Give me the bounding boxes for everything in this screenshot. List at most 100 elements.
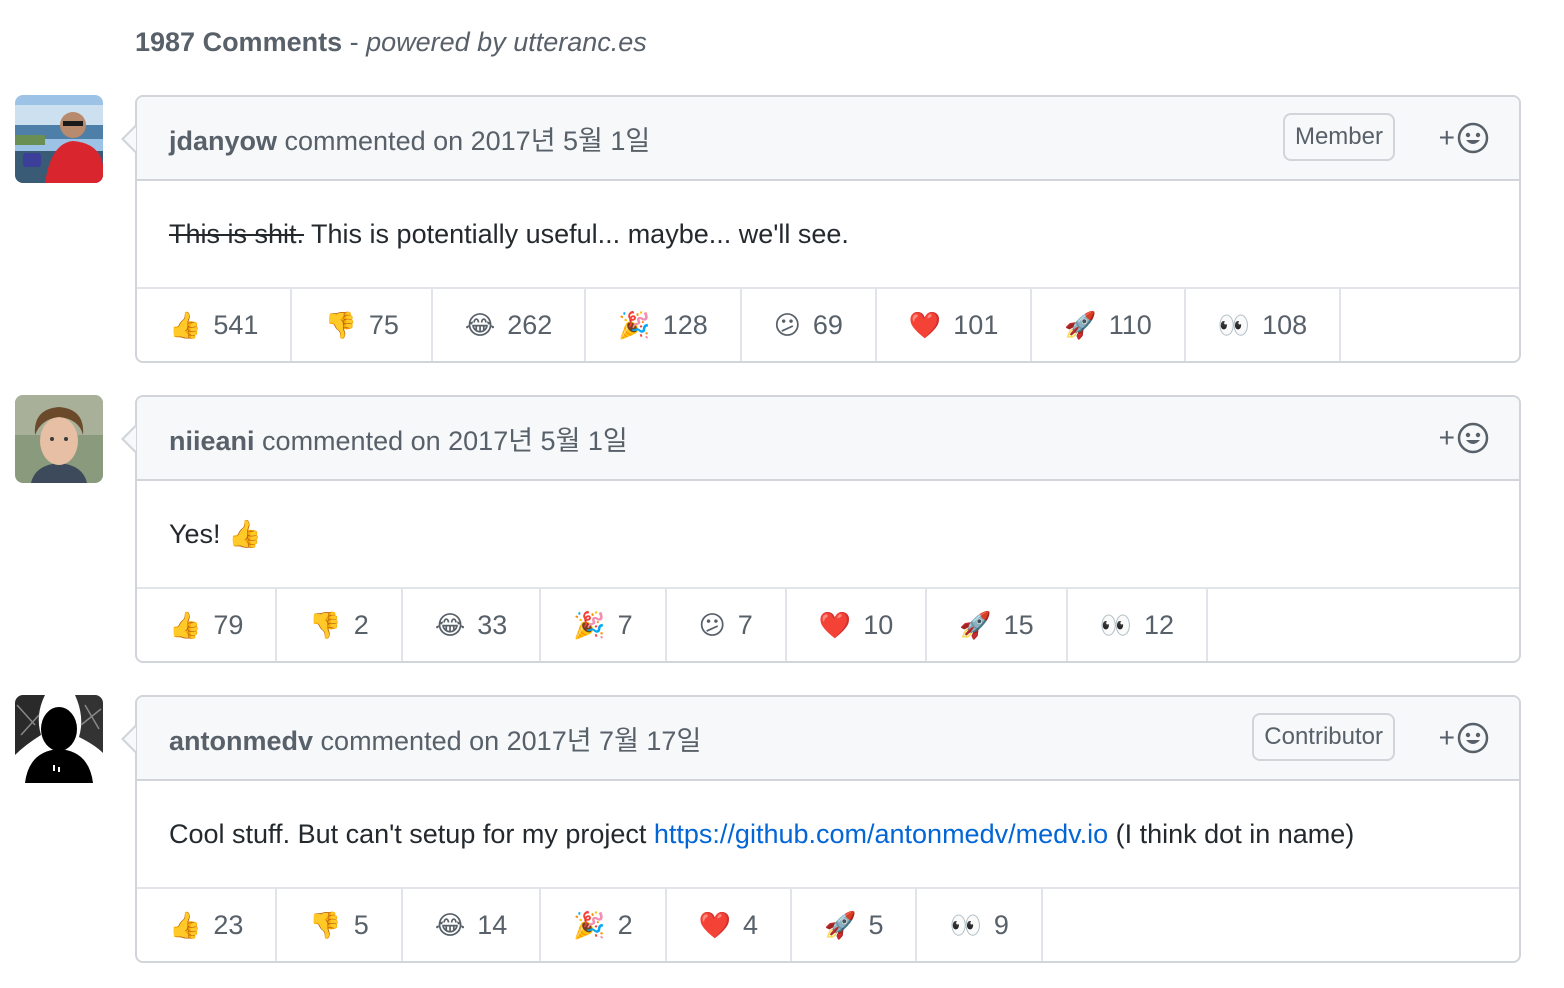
reaction-count: 15 [1003,609,1034,640]
reaction-count: 69 [812,309,843,340]
reaction-rocket[interactable]: 🚀 5 [792,889,918,961]
add-reaction-button[interactable]: + [1439,421,1489,455]
laugh-icon: 😂 [434,910,466,940]
comments-header: 1987 Comments - powered by utteranc.es [135,24,647,60]
tada-icon: 🎉 [573,610,606,640]
laugh-icon: 😂 [434,610,466,640]
reaction-heart[interactable]: ❤️ 101 [877,289,1033,361]
heart-icon: ❤️ [698,910,732,940]
reaction-count: 9 [993,909,1009,940]
reactions-bar: 👍 79 👎 2 😂 33 🎉 7 😕 7 ❤️ 10 🚀 15 👀 12 [137,589,1519,661]
rocket-icon: 🚀 [1064,310,1097,340]
body-text-after: (I think dot in name) [1108,818,1355,849]
reaction-hooray[interactable]: 🎉 128 [586,289,742,361]
member-badge: Member [1282,113,1395,161]
reaction-laugh[interactable]: 😂 262 [433,289,587,361]
thumbs-up-icon: 👍 [169,610,202,640]
comment-header: niieani commented on 2017년 5월 1일 + [137,397,1519,481]
author-link[interactable]: antonmedv [169,726,313,756]
tada-icon: 🎉 [618,310,651,340]
comment-card: antonmedv commented on 2017년 7월 17일 Cont… [121,695,1521,963]
comment-date[interactable]: commented on 2017년 5월 1일 [285,126,651,156]
reaction-count: 75 [368,309,399,340]
reaction-hooray[interactable]: 🎉 2 [541,889,667,961]
strikethrough-text: This is shit. [169,218,305,249]
avatar[interactable] [15,95,103,183]
rocket-icon: 🚀 [959,610,992,640]
thumbs-up-icon: 👍 [169,910,202,940]
eyes-icon: 👀 [1217,310,1251,340]
reaction-eyes[interactable]: 👀 108 [1186,289,1342,361]
reaction-count: 33 [477,609,508,640]
reaction-laugh[interactable]: 😂 33 [403,589,542,661]
reaction-thumbs-up[interactable]: 👍 79 [137,589,278,661]
confused-icon: 😕 [773,310,801,340]
comment-header: antonmedv commented on 2017년 7월 17일 Cont… [137,697,1519,781]
comment-date[interactable]: commented on 2017년 7월 17일 [321,726,702,756]
comment-body: Cool stuff. But can't setup for my proje… [137,781,1519,889]
comment-body: This is shit. This is potentially useful… [137,181,1519,289]
reaction-count: 7 [617,609,633,640]
laugh-icon: 😂 [464,310,496,340]
reaction-eyes[interactable]: 👀 9 [917,889,1043,961]
avatar[interactable] [15,695,103,783]
comment-date[interactable]: commented on 2017년 5월 1일 [262,426,628,456]
add-reaction-button[interactable]: + [1439,121,1489,155]
plus-label: + [1438,122,1455,153]
comment-meta: jdanyow commented on 2017년 5월 1일 [169,119,650,158]
reaction-thumbs-up[interactable]: 👍 23 [137,889,278,961]
author-link[interactable]: jdanyow [169,126,277,156]
reactions-bar: 👍 23 👎 5 😂 14 🎉 2 ❤️ 4 🚀 5 👀 9 [137,889,1519,961]
eyes-icon: 👀 [949,910,982,940]
reaction-confused[interactable]: 😕 69 [742,289,877,361]
reaction-count: 5 [353,909,369,940]
reaction-thumbs-down[interactable]: 👎 75 [292,289,433,361]
author-link[interactable]: niieani [169,426,255,456]
comment-meta: antonmedv commented on 2017년 7월 17일 [169,719,701,758]
smiley-icon [1457,122,1489,154]
reaction-heart[interactable]: ❤️ 4 [667,889,793,961]
body-text: Cool stuff. But can't setup for my proje… [169,818,654,849]
comment-meta: niieani commented on 2017년 5월 1일 [169,419,628,458]
thumbs-up-icon: 👍 [169,310,202,340]
reaction-rocket[interactable]: 🚀 15 [927,589,1068,661]
reaction-count: 101 [953,309,999,340]
reaction-count: 541 [213,309,259,340]
eyes-icon: 👀 [1099,610,1133,640]
comment-card: niieani commented on 2017년 5월 1일 + Yes! … [121,395,1521,663]
reaction-thumbs-up[interactable]: 👍 541 [137,289,293,361]
confused-icon: 😕 [698,610,726,640]
heart-icon: ❤️ [908,310,942,340]
avatar-image [15,695,103,783]
plus-label: + [1438,722,1455,753]
body-text: Yes! 👍 [169,519,262,549]
avatar-image [15,395,103,483]
reaction-count: 108 [1262,309,1308,340]
reaction-thumbs-down[interactable]: 👎 5 [277,889,403,961]
reaction-count: 110 [1108,309,1152,340]
reaction-eyes[interactable]: 👀 12 [1068,589,1209,661]
rocket-icon: 🚀 [824,910,857,940]
reaction-count: 10 [863,609,894,640]
avatar[interactable] [15,395,103,483]
add-reaction-button[interactable]: + [1439,721,1489,755]
reaction-count: 2 [617,909,633,940]
project-link[interactable]: https://github.com/antonmedv/medv.io [654,819,1108,850]
reactions-bar: 👍 541 👎 75 😂 262 🎉 128 😕 69 ❤️ 101 🚀 110 👀 108 [137,289,1519,361]
body-text: This is potentially useful... maybe... w… [304,218,849,249]
comment-card: jdanyow commented on 2017년 5월 1일 Member … [121,95,1521,363]
reaction-laugh[interactable]: 😂 14 [403,889,542,961]
reaction-count: 4 [743,909,759,940]
thumbs-down-icon: 👎 [309,610,342,640]
reaction-count: 14 [477,909,508,940]
reaction-heart[interactable]: ❤️ 10 [787,589,928,661]
reaction-count: 12 [1144,609,1175,640]
tada-icon: 🎉 [573,910,606,940]
reaction-count: 23 [213,909,244,940]
reaction-confused[interactable]: 😕 7 [667,589,787,661]
reaction-thumbs-down[interactable]: 👎 2 [277,589,403,661]
reaction-rocket[interactable]: 🚀 110 [1032,289,1186,361]
thumbs-down-icon: 👎 [309,910,342,940]
comment-count: 1987 Comments [135,27,343,57]
reaction-hooray[interactable]: 🎉 7 [541,589,667,661]
